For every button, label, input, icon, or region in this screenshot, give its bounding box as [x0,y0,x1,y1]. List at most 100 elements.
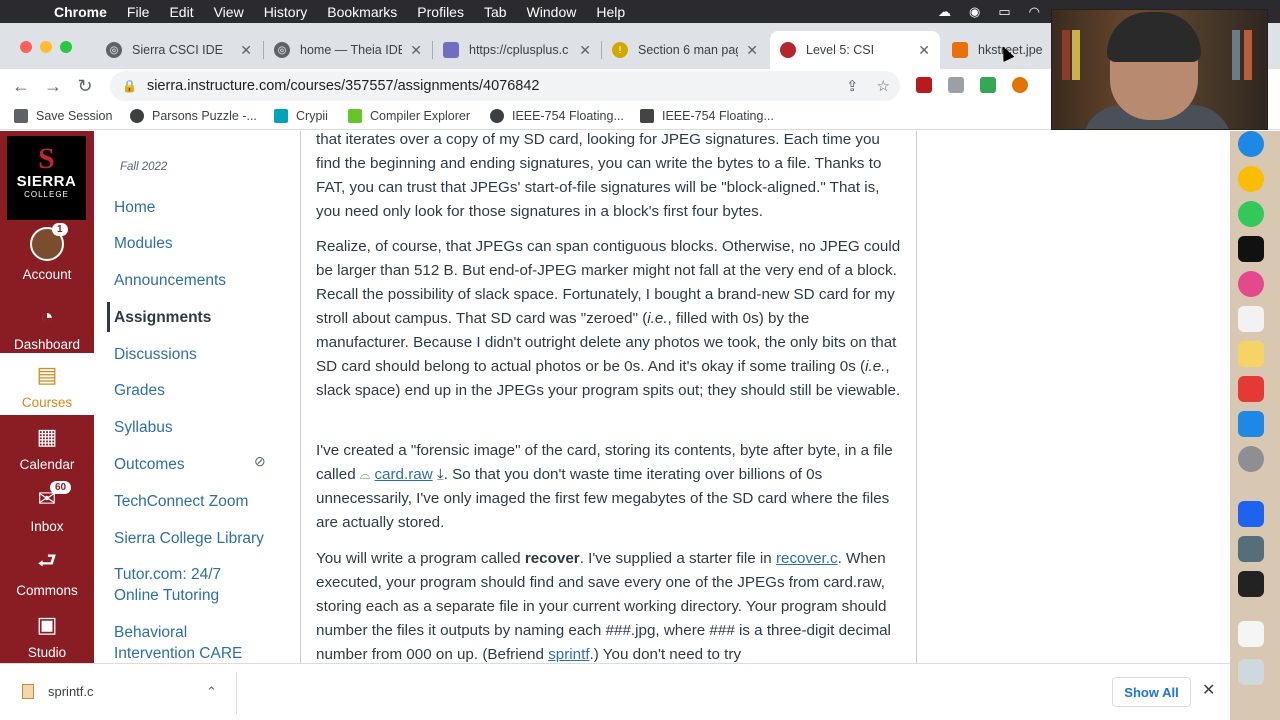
download-icon[interactable]: ⤓ [437,466,444,483]
battery-icon[interactable]: ▭ [998,4,1010,20]
globalnav-studio[interactable]: ▣ Studio [0,611,94,660]
tab-cplusplus[interactable]: https://cplusplus.c ✕ [433,31,601,69]
tab-sierra-ide[interactable]: ◎ Sierra CSCI IDE ✕ [96,31,262,69]
sierra-college-logo[interactable]: S SIERRA COLLEGE [7,136,86,220]
globalnav-commons[interactable]: ⮐ Commons [0,548,94,598]
address-bar[interactable]: 🔒 sierra.instructure.com/courses/357557/… [110,71,900,101]
final-cut-icon[interactable] [1238,571,1264,597]
chrome-icon[interactable] [1238,166,1264,192]
terminal-icon[interactable] [1238,236,1264,262]
document-icon[interactable] [1238,621,1264,647]
back-icon[interactable]: ← [10,75,32,97]
term-label: Fall 2022 [120,161,168,173]
cloud-icon[interactable]: ☁ [938,4,951,20]
menu-tab[interactable]: Tab [484,4,507,20]
globalnav-calendar[interactable]: ▦ Calendar [0,423,94,472]
webcam-overlay [1051,9,1268,130]
html-icon [952,42,968,58]
close-window-icon[interactable] [20,41,32,53]
bookmark-label: Crypii [296,109,328,123]
show-all-button[interactable]: Show All [1112,677,1191,707]
grammarly-icon[interactable] [980,77,996,93]
reload-icon[interactable]: ↻ [74,75,96,97]
preview-icon[interactable]: ⌓ [360,467,370,482]
globalnav-dashboard[interactable]: ◔ Dashboard [0,303,94,352]
tab-man-pages[interactable]: ! Section 6 man pag ✕ [602,31,768,69]
reminders-icon[interactable] [1238,306,1264,332]
tab-level5-csi[interactable]: Level 5: CSI ✕ [770,31,940,69]
recover-c-link[interactable]: recover.c [776,550,838,567]
paragraph: Realize, of course, that JPEGs can span … [316,238,901,399]
inbox-badge: 60 [50,481,72,494]
menu-history[interactable]: History [264,4,308,20]
menu-window[interactable]: Window [527,4,577,20]
bookmark-crypii[interactable]: Crypii [274,109,328,123]
star-icon[interactable]: ☆ [877,77,890,95]
coursenav-library[interactable]: Sierra College Library [114,528,264,549]
chevron-up-icon[interactable]: ⌃ [206,684,217,700]
bookmark-parsons[interactable]: Parsons Puzzle -... [130,109,257,123]
coursenav-outcomes[interactable]: Outcomes [114,454,185,475]
menu-bookmarks[interactable]: Bookmarks [327,4,397,20]
close-tab-icon[interactable]: ✕ [746,42,758,59]
coursenav-techconnect-zoom[interactable]: TechConnect Zoom [114,491,248,512]
bookmark-save-session[interactable]: Save Session [14,109,112,123]
studio-icon: ▣ [36,612,58,637]
menu-view[interactable]: View [214,4,244,20]
wifi-icon[interactable]: ◠ [1029,4,1040,20]
globalnav-label: Inbox [30,519,64,534]
tab-title: Section 6 man pag [638,43,739,57]
docker-icon[interactable] [1238,501,1264,527]
menu-help[interactable]: Help [596,4,625,20]
share-icon[interactable]: ⇪ [846,77,859,95]
card-raw-link[interactable]: card.raw [374,466,432,483]
globalnav-account[interactable]: 1 Account [0,223,94,282]
lock-icon[interactable]: 🔒 [122,79,137,93]
coursenav-assignments[interactable]: Assignments [114,307,211,328]
close-tab-icon[interactable]: ✕ [410,42,422,59]
menu-app-name[interactable]: Chrome [54,4,107,20]
coursenav-discussions[interactable]: Discussions [114,344,197,365]
screenshot-icon[interactable] [1238,376,1264,402]
bookmark-ieee754-1[interactable]: IEEE-754 Floating... [490,109,624,123]
zoom-window-icon[interactable] [60,41,72,53]
menu-edit[interactable]: Edit [169,4,193,20]
close-tab-icon[interactable]: ✕ [918,42,930,59]
coursenav-grades[interactable]: Grades [114,380,165,401]
download-item[interactable]: sprintf.c [22,684,94,699]
bookmark-label: IEEE-754 Floating... [512,109,624,123]
tab-theia-ide[interactable]: ◎ home — Theia IDE ✕ [264,31,432,69]
forward-icon[interactable]: → [42,75,64,97]
messages-icon[interactable] [1238,201,1264,227]
coursenav-modules[interactable]: Modules [114,233,173,254]
coursenav-care[interactable]: Behavioral Intervention CARE [114,622,264,663]
photos-icon[interactable] [1238,271,1264,297]
close-tab-icon[interactable]: ✕ [579,42,591,59]
siri-icon[interactable]: ◉ [969,4,980,20]
trash-icon[interactable] [1238,659,1264,685]
css-extension-icon[interactable] [948,77,964,93]
preview-icon[interactable] [1238,536,1264,562]
menu-profiles[interactable]: Profiles [417,4,464,20]
coursenav-tutoring[interactable]: Tutor.com: 24/7 Online Tutoring [114,564,264,606]
extension-icon[interactable] [916,77,932,93]
coursenav-announcements[interactable]: Announcements [114,270,226,291]
minimize-window-icon[interactable] [40,41,52,53]
close-icon[interactable]: ✕ [1202,680,1215,700]
safari-icon[interactable] [1238,131,1264,157]
close-tab-icon[interactable]: ✕ [240,42,252,59]
coursenav-syllabus[interactable]: Syllabus [114,417,173,438]
bookmark-ieee754-2[interactable]: IEEE-754 Floating... [640,109,774,123]
sprintf-link[interactable]: sprintf [548,646,589,663]
bookmark-compiler-explorer[interactable]: Compiler Explorer [348,109,470,123]
app-store-icon[interactable] [1238,411,1264,437]
globalnav-inbox[interactable]: ✉ 60 Inbox [0,481,94,534]
logo-name: SIERRA [16,173,77,190]
notes-icon[interactable] [1238,341,1264,367]
coursenav-home[interactable]: Home [114,197,155,218]
globalnav-courses[interactable]: ▤ Courses [0,353,94,415]
menu-file[interactable]: File [127,4,150,20]
colorpicker-icon[interactable] [1012,77,1028,93]
system-preferences-icon[interactable] [1238,446,1264,472]
url-text[interactable]: sierra.instructure.com/courses/357557/as… [147,78,540,94]
